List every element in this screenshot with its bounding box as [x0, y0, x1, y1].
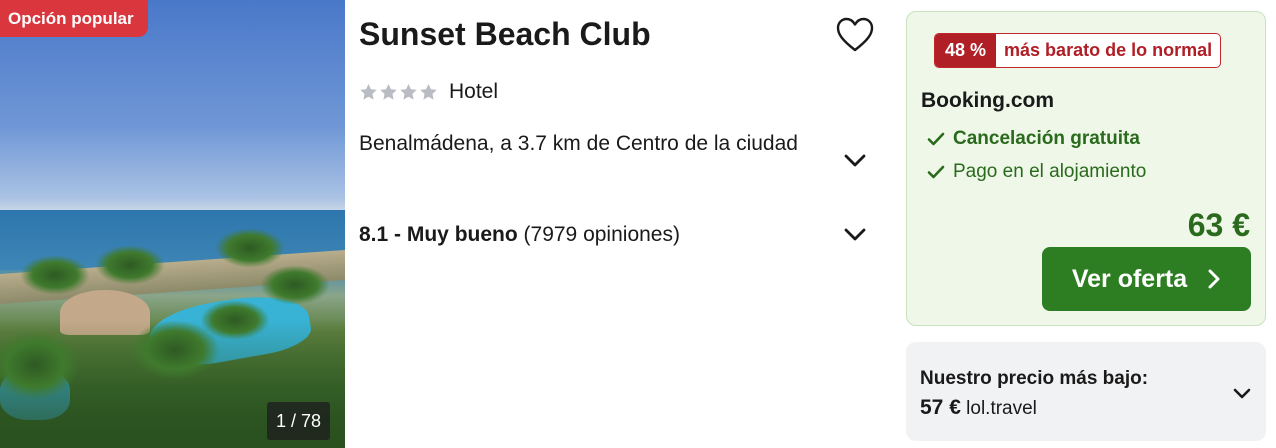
star-icon	[420, 83, 437, 100]
feature-free-cancellation: Cancelación gratuita	[927, 128, 1140, 150]
offer-price: 63 €	[1187, 207, 1250, 243]
discount-badge: 48 % más barato de lo normal	[934, 33, 1222, 68]
accommodation-type: Hotel	[449, 80, 499, 103]
chevron-down-icon[interactable]	[1231, 384, 1253, 402]
photo-palm	[215, 228, 285, 268]
heart-outline-icon[interactable]	[836, 17, 874, 53]
discount-percent: 48 %	[935, 34, 997, 67]
lowest-price-value: 57 € lol.travel	[920, 396, 1037, 420]
check-icon	[927, 132, 945, 146]
image-counter: 1 / 78	[267, 402, 330, 440]
rating-count: (7979 opiniones)	[523, 223, 680, 246]
view-offer-label: Ver oferta	[1071, 264, 1188, 293]
star-rating	[359, 83, 438, 101]
lowest-price-panel[interactable]: Nuestro precio más bajo: 57 € lol.travel	[906, 342, 1266, 441]
chevron-down-icon[interactable]	[842, 150, 868, 170]
chevron-right-icon	[1208, 269, 1220, 289]
feature-label: Cancelación gratuita	[953, 128, 1140, 149]
popular-badge: Opción popular	[0, 0, 148, 37]
star-icon	[360, 83, 377, 100]
feature-label: Pago en el alojamiento	[953, 161, 1147, 182]
check-icon	[927, 165, 945, 179]
lowest-price-label: Nuestro precio más bajo:	[920, 368, 1149, 389]
rating-score: 8.1 - Muy bueno	[359, 223, 518, 246]
feature-pay-at-property: Pago en el alojamiento	[927, 161, 1146, 183]
offer-card: 48 % más barato de lo normal Booking.com…	[906, 11, 1266, 326]
chevron-down-icon[interactable]	[842, 224, 868, 244]
lowest-price-provider: lol.travel	[966, 398, 1037, 419]
photo-palm	[0, 330, 80, 400]
rating-summary: 8.1 - Muy bueno (7979 opiniones)	[359, 223, 680, 247]
offer-provider: Booking.com	[921, 89, 1055, 112]
photo-palm	[260, 265, 330, 305]
photo-palm	[95, 245, 165, 285]
photo-palm	[20, 255, 90, 295]
lowest-price-amount: 57 €	[920, 396, 961, 419]
hotel-title[interactable]: Sunset Beach Club	[359, 16, 651, 53]
location-text: Benalmádena, a 3.7 km de Centro de la ci…	[359, 132, 798, 155]
view-offer-button[interactable]: Ver oferta	[1042, 247, 1251, 311]
star-icon	[380, 83, 397, 100]
discount-text: más barato de lo normal	[1004, 40, 1213, 60]
photo-palm	[200, 300, 270, 340]
star-icon	[400, 83, 417, 100]
hotel-photo[interactable]: Opción popular 1 / 78	[0, 0, 345, 448]
